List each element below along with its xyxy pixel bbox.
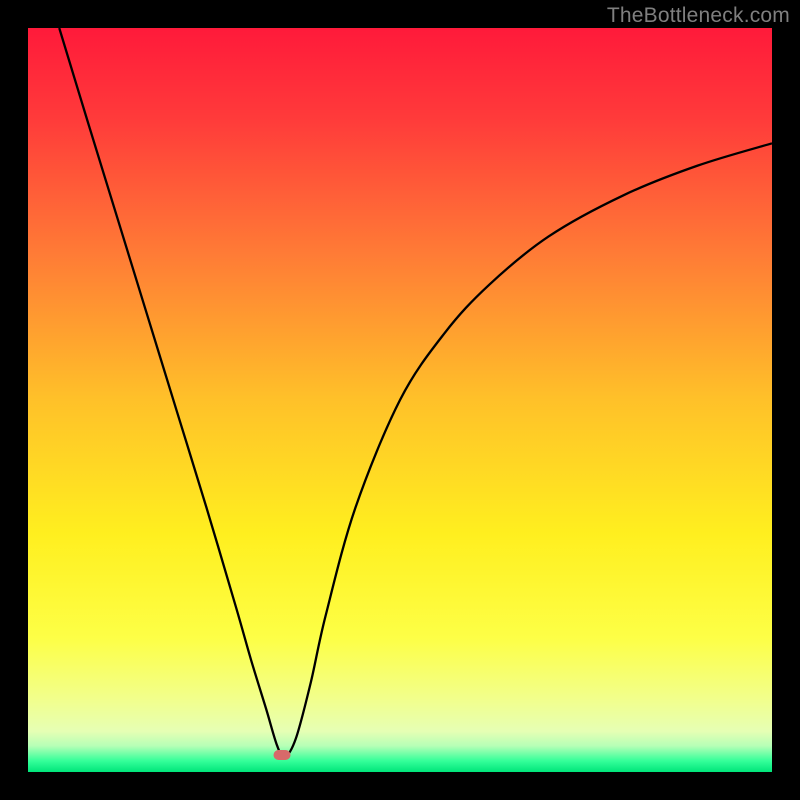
curve-layer (28, 28, 772, 772)
bottleneck-curve (59, 28, 772, 757)
watermark-text: TheBottleneck.com (607, 4, 790, 28)
plot-area (28, 28, 772, 772)
minimum-marker (274, 750, 291, 760)
chart-container: TheBottleneck.com (0, 0, 800, 800)
